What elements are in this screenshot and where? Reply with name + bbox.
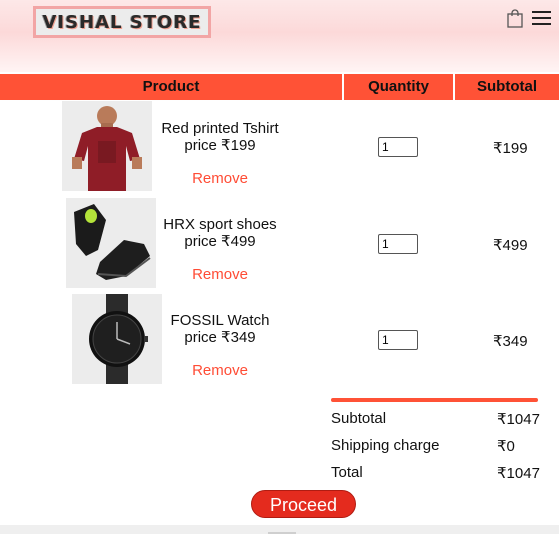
product-name: Red printed Tshirt [161, 120, 279, 137]
quantity-input[interactable] [378, 234, 418, 254]
hamburger-menu-icon[interactable] [532, 10, 551, 26]
total-label: Total [331, 464, 363, 481]
remove-link[interactable]: Remove [155, 266, 285, 283]
site-header: VISHAL STORE [0, 0, 559, 72]
totals-divider [331, 398, 538, 402]
store-logo-text: VISHAL STORE [42, 11, 202, 33]
black-sport-shoes-image [66, 198, 156, 288]
store-logo[interactable]: VISHAL STORE [33, 6, 211, 38]
column-header-subtotal: Subtotal [477, 78, 537, 95]
subtotal-label: Subtotal [331, 410, 387, 427]
row-subtotal: ₹499 [493, 237, 528, 254]
shipping-label: Shipping charge [331, 437, 440, 454]
product-price: price ₹199 [184, 137, 256, 154]
quantity-input[interactable] [378, 137, 418, 157]
product-info: Red printed Tshirt price ₹199 Remove [155, 120, 285, 187]
cart-row: HRX sport shoes price ₹499 Remove ₹499 [0, 196, 559, 292]
remove-link[interactable]: Remove [155, 170, 285, 187]
product-info: FOSSIL Watch price ₹349 Remove [155, 312, 285, 379]
quantity-input[interactable] [378, 330, 418, 350]
product-name: FOSSIL Watch [170, 312, 270, 329]
cart-table-header: Product Quantity Subtotal [0, 74, 559, 100]
black-watch-image [72, 294, 162, 384]
total-value: ₹1047 [497, 465, 540, 482]
column-header-quantity: Quantity [368, 78, 429, 95]
proceed-button[interactable]: Proceed [251, 490, 356, 518]
shipping-value: ₹0 [497, 438, 515, 455]
product-price: price ₹499 [184, 233, 256, 250]
remove-link[interactable]: Remove [155, 362, 285, 379]
column-header-product: Product [142, 78, 200, 95]
product-info: HRX sport shoes price ₹499 Remove [155, 216, 285, 283]
red-tshirt-image [62, 101, 152, 191]
row-subtotal: ₹199 [493, 140, 528, 157]
shopping-bag-icon[interactable] [507, 9, 523, 28]
row-subtotal: ₹349 [493, 333, 528, 350]
cart-row: Red printed Tshirt price ₹199 Remove ₹19… [0, 100, 559, 196]
subtotal-value: ₹1047 [497, 411, 540, 428]
cart-row: FOSSIL Watch price ₹349 Remove ₹349 [0, 292, 559, 388]
product-name: HRX sport shoes [163, 216, 277, 233]
product-price: price ₹349 [184, 329, 256, 346]
